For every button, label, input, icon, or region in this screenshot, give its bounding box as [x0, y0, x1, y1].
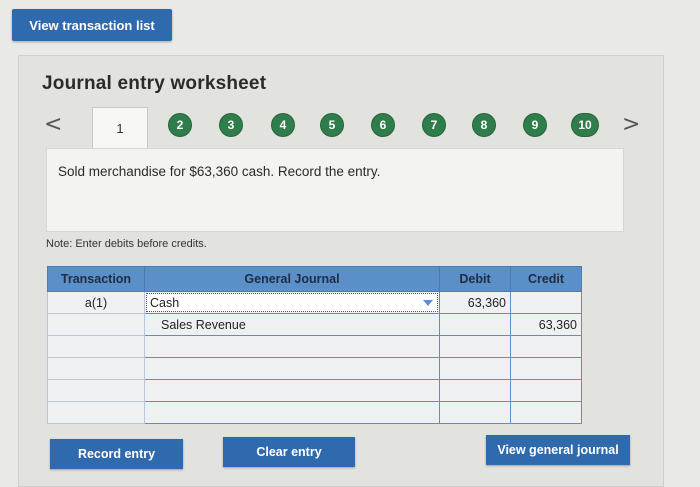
account-select[interactable]: Sales Revenue: [144, 313, 440, 336]
tab-5[interactable]: 5: [321, 114, 343, 136]
tab-label: 1: [116, 120, 124, 136]
account-select[interactable]: [144, 379, 440, 402]
debit-input[interactable]: [439, 335, 511, 358]
credit-input[interactable]: [510, 357, 582, 380]
note-text: Note: Enter debits before credits.: [46, 238, 207, 250]
credit-input[interactable]: 63,360: [510, 313, 582, 336]
description-box: [46, 148, 624, 232]
tab-10[interactable]: 10: [572, 114, 598, 136]
tab-3[interactable]: 3: [220, 114, 242, 136]
dropdown-arrow-icon[interactable]: [423, 299, 433, 306]
table-row: a(1) Cash 63,360: [47, 291, 582, 314]
account-value: Cash: [150, 295, 180, 310]
view-general-journal-button[interactable]: View general journal: [486, 435, 630, 465]
table-row: [47, 335, 582, 358]
credit-input[interactable]: [510, 401, 582, 424]
debit-input[interactable]: [439, 357, 511, 380]
debit-input[interactable]: [439, 401, 511, 424]
debit-input[interactable]: [439, 379, 511, 402]
credit-input[interactable]: [510, 379, 582, 402]
header-transaction: Transaction: [47, 266, 145, 292]
next-arrow-icon[interactable]: >: [622, 112, 640, 137]
header-credit: Credit: [510, 266, 582, 292]
tab-8[interactable]: 8: [473, 114, 495, 136]
transaction-cell: [47, 357, 145, 380]
debit-input[interactable]: 63,360: [439, 291, 511, 314]
table-row: Sales Revenue 63,360: [47, 313, 582, 336]
account-select[interactable]: [144, 357, 440, 380]
credit-input[interactable]: [510, 291, 582, 314]
account-select[interactable]: [144, 401, 440, 424]
header-debit: Debit: [439, 266, 511, 292]
tab-4[interactable]: 4: [272, 114, 294, 136]
debit-input[interactable]: [439, 313, 511, 336]
clear-entry-button[interactable]: Clear entry: [223, 437, 355, 467]
tab-1[interactable]: 1: [92, 107, 148, 148]
tab-2[interactable]: 2: [169, 114, 191, 136]
record-entry-button[interactable]: Record entry: [50, 439, 183, 469]
header-general-journal: General Journal: [144, 266, 440, 292]
account-select[interactable]: [144, 335, 440, 358]
table-row: [47, 401, 582, 424]
transaction-cell: [47, 401, 145, 424]
table-row: [47, 379, 582, 402]
prev-arrow-icon[interactable]: <: [44, 112, 62, 137]
journal-table: Transaction General Journal Debit Credit…: [47, 266, 582, 424]
tab-9[interactable]: 9: [524, 114, 546, 136]
account-value: Sales Revenue: [161, 317, 246, 332]
credit-input[interactable]: [510, 335, 582, 358]
transaction-description: Sold merchandise for $63,360 cash. Recor…: [58, 164, 381, 179]
view-transaction-list-button[interactable]: View transaction list: [12, 9, 172, 41]
page-title: Journal entry worksheet: [42, 73, 267, 94]
table-row: [47, 357, 582, 380]
tab-6[interactable]: 6: [372, 114, 394, 136]
account-select[interactable]: Cash: [144, 291, 440, 314]
transaction-cell: a(1): [47, 291, 145, 314]
transaction-cell: [47, 335, 145, 358]
transaction-cell: [47, 313, 145, 336]
transaction-cell: [47, 379, 145, 402]
tab-7[interactable]: 7: [423, 114, 445, 136]
